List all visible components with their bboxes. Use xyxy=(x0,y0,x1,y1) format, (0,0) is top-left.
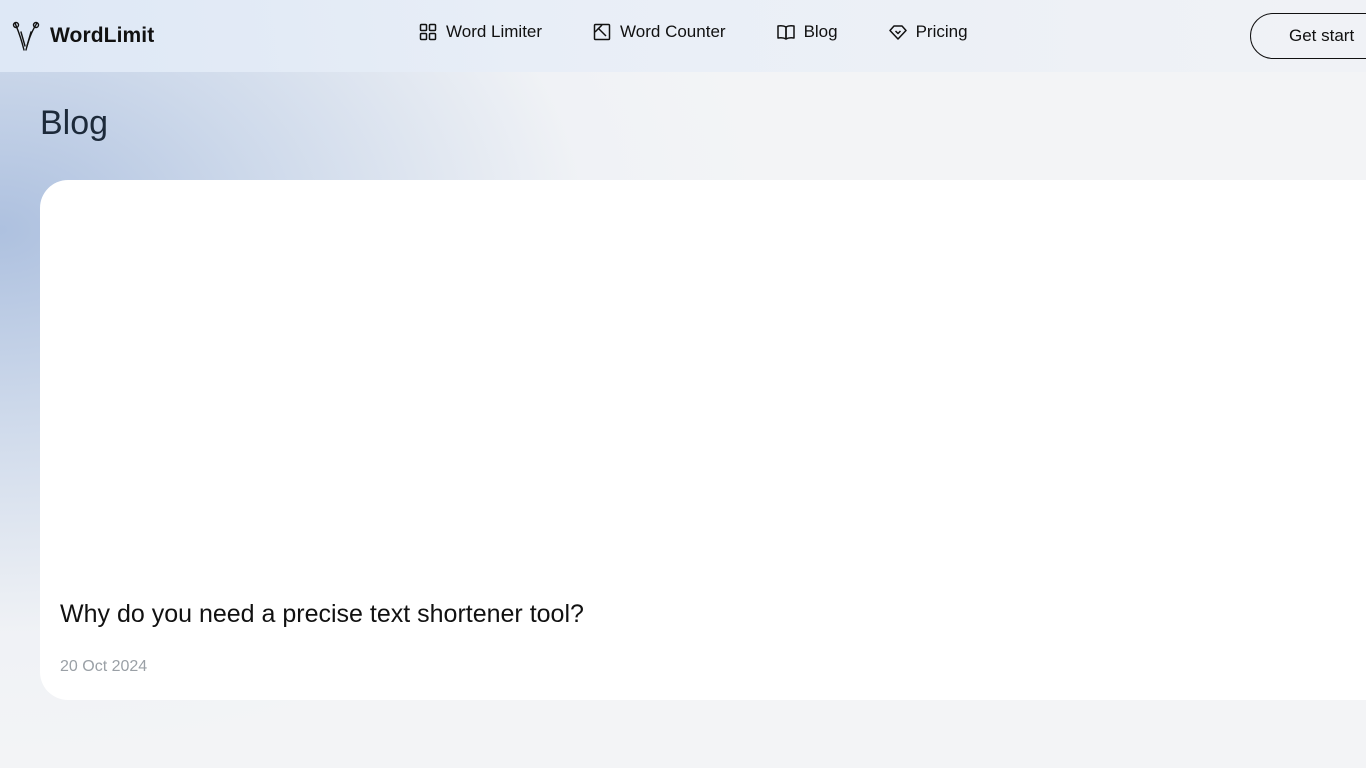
brand-link[interactable]: WordLimit xyxy=(12,18,154,54)
diamond-icon xyxy=(888,25,907,40)
nav-label-pricing: Pricing xyxy=(915,22,968,41)
blog-post-title[interactable]: Why do you need a precise text shortener… xyxy=(60,600,584,629)
grid-icon xyxy=(419,23,437,41)
get-started-button[interactable]: Get start xyxy=(1250,13,1366,59)
blog-post-card[interactable]: Why do you need a precise text shortener… xyxy=(40,180,1366,700)
nav-label-word-limiter: Word Limiter xyxy=(446,22,543,41)
nav-item-word-limiter[interactable]: Word Limiter xyxy=(418,22,542,42)
edit-square-icon xyxy=(593,23,611,41)
nav-item-pricing[interactable]: Pricing xyxy=(888,22,968,42)
blog-post-date: 20 Oct 2024 xyxy=(60,658,148,675)
nav-label-blog: Blog xyxy=(803,22,838,41)
nav-label-word-counter: Word Counter xyxy=(620,22,726,41)
top-navbar: WordLimit Word Limiter Word Counter Blog… xyxy=(0,0,1366,72)
brand-name: WordLimit xyxy=(50,24,155,47)
book-open-icon xyxy=(776,24,795,40)
nav-item-blog[interactable]: Blog xyxy=(776,22,838,42)
scissors-logo-icon xyxy=(12,21,40,51)
main-nav: Word Limiter Word Counter Blog Pricing xyxy=(418,22,968,42)
nav-item-word-counter[interactable]: Word Counter xyxy=(592,22,726,42)
page-title: Blog xyxy=(40,104,109,142)
